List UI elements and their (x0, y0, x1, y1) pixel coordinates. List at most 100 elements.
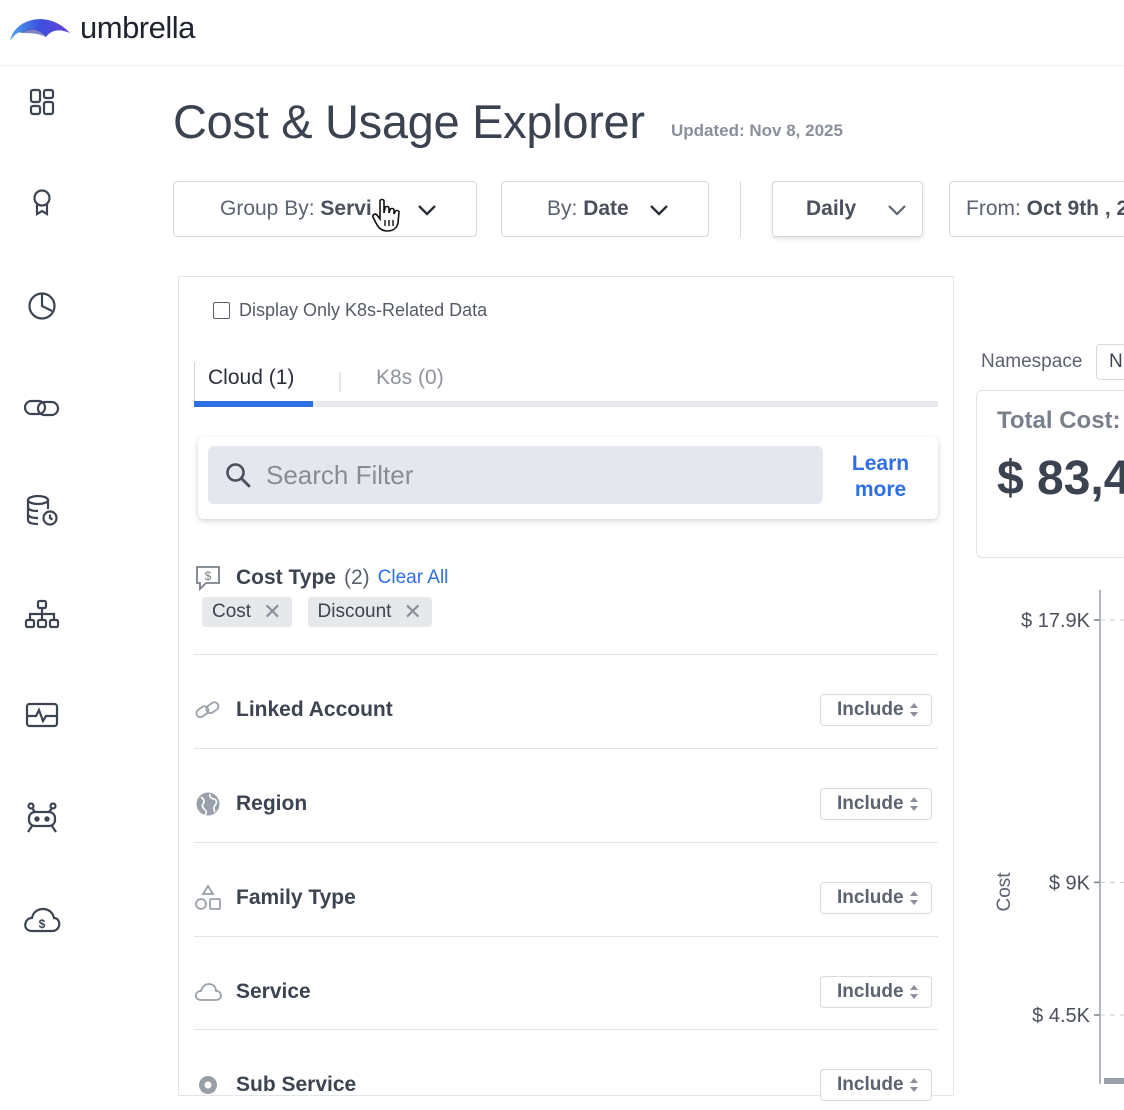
y-tick-label: $ 9K (1049, 872, 1091, 894)
link-icon (195, 701, 220, 719)
control-divider (740, 181, 741, 237)
filter-row-label: Region (236, 792, 308, 815)
row-divider (194, 842, 938, 843)
link-icon[interactable] (22, 388, 62, 428)
by-prefix: By: (547, 197, 578, 220)
include-select[interactable]: Include (820, 1069, 932, 1101)
total-cost-value: $ 83,4 (997, 452, 1124, 505)
group-by-value: Servi (320, 197, 372, 220)
y-tick-label: $ 4.5K (1032, 1005, 1090, 1027)
search-icon (226, 463, 251, 488)
umbrella-logo[interactable]: umbrella (8, 10, 195, 46)
filter-row-region[interactable]: Region Include (194, 779, 938, 829)
chip-label: Discount (317, 601, 392, 622)
filter-row-sub-service[interactable]: Sub Service Include (194, 1060, 938, 1110)
filter-row-family-type[interactable]: Family Type Include (194, 873, 938, 923)
namespace-select[interactable]: N (1096, 344, 1124, 380)
granularity-dropdown[interactable]: Daily (772, 181, 923, 237)
from-value: Oct 9th , 2 (1026, 197, 1124, 220)
award-icon[interactable] (22, 182, 62, 222)
include-value: Include (837, 981, 904, 1002)
hand-cursor-icon (372, 198, 400, 232)
dollar-comment-icon: $ (196, 566, 220, 592)
bot-icon[interactable] (22, 798, 62, 838)
svg-text:$: $ (39, 917, 46, 931)
include-value: Include (837, 793, 904, 814)
globe-icon (196, 792, 220, 816)
date-range-picker[interactable]: From: Oct 9th , 2 (949, 181, 1124, 237)
monitor-pulse-icon[interactable] (22, 696, 62, 736)
close-icon[interactable]: ✕ (263, 599, 281, 625)
by-value: Date (583, 197, 629, 220)
pie-chart-icon[interactable] (22, 286, 62, 326)
include-select[interactable]: Include (820, 788, 932, 820)
k8s-only-checkbox[interactable]: Display Only K8s-Related Data (213, 300, 487, 321)
updated-date: Updated: Nov 8, 2025 (671, 121, 843, 140)
chevron-down-icon (418, 205, 436, 216)
tab-divider (339, 372, 341, 392)
brand-name: umbrella (80, 10, 195, 45)
k8s-only-label: Display Only K8s-Related Data (239, 300, 488, 320)
include-value: Include (837, 1074, 904, 1095)
granularity-value: Daily (806, 197, 857, 220)
tab-left-border (194, 362, 195, 406)
include-value: Include (837, 887, 904, 908)
group-by-dropdown[interactable]: Group By: Servi (173, 181, 477, 237)
checkbox-box[interactable] (213, 302, 230, 319)
y-axis-label: Cost (994, 872, 1015, 912)
y-tick-label: $ 17.9K (1021, 610, 1091, 632)
dashboard-icon[interactable] (22, 82, 62, 122)
clear-all-link[interactable]: Clear All (378, 567, 449, 589)
group-by-prefix: Group By: (220, 197, 315, 220)
sort-icon (910, 1078, 918, 1092)
close-icon[interactable]: ✕ (403, 599, 421, 625)
cost-type-label: Cost Type (236, 566, 336, 589)
include-value: Include (837, 699, 904, 720)
hierarchy-icon[interactable] (22, 594, 62, 634)
chart-bar[interactable] (1104, 1078, 1124, 1084)
chip-cost: Cost ✕ (202, 597, 292, 627)
row-divider (194, 654, 938, 655)
umbrella-logo-icon (10, 19, 70, 41)
shapes-icon (195, 884, 221, 910)
chevron-down-icon (888, 205, 906, 216)
sort-icon (910, 703, 918, 717)
filter-row-linked-account[interactable]: Linked Account Include (194, 685, 938, 735)
filter-row-label: Family Type (236, 886, 356, 909)
tab-cloud[interactable]: Cloud (1) (208, 366, 294, 390)
chevron-down-icon (650, 205, 668, 216)
filter-row-label: Sub Service (236, 1073, 357, 1096)
row-divider (194, 1029, 938, 1030)
chip-label: Cost (212, 601, 252, 622)
search-input[interactable] (266, 459, 806, 491)
by-date-dropdown[interactable]: By: Date (501, 181, 709, 237)
left-nav: $ (0, 66, 86, 1084)
include-select[interactable]: Include (820, 976, 932, 1008)
total-cost-card: Total Cost: $ 83,4 (976, 390, 1124, 558)
cost-type-count: (2) (343, 566, 370, 589)
tab-k8s[interactable]: K8s (0) (376, 366, 444, 390)
learn-more-link[interactable]: Learn more (843, 451, 918, 503)
cloud-dollar-icon[interactable]: $ (22, 900, 62, 940)
cloud-icon (194, 983, 222, 1001)
sort-icon (910, 891, 918, 905)
database-clock-icon[interactable] (22, 490, 62, 530)
include-select[interactable]: Include (820, 694, 932, 726)
filter-row-service[interactable]: Service Include (194, 967, 938, 1017)
search-card: Learn more (198, 437, 938, 519)
sort-icon (910, 797, 918, 811)
gear-icon (199, 1076, 217, 1094)
filter-tabs: Cloud (1) K8s (0) (194, 362, 938, 408)
page-title: Cost & Usage Explorer (173, 95, 645, 148)
row-divider (194, 748, 938, 749)
row-divider (194, 936, 938, 937)
search-box[interactable] (208, 446, 823, 504)
chip-discount: Discount ✕ (307, 597, 432, 627)
include-select[interactable]: Include (820, 882, 932, 914)
top-bar: umbrella (0, 0, 1124, 66)
from-prefix: From: (966, 197, 1021, 220)
sort-icon (910, 985, 918, 999)
cost-type-chips: Cost ✕ Discount ✕ (202, 597, 432, 627)
svg-text:$: $ (205, 569, 212, 583)
tab-active-indicator (194, 401, 313, 407)
